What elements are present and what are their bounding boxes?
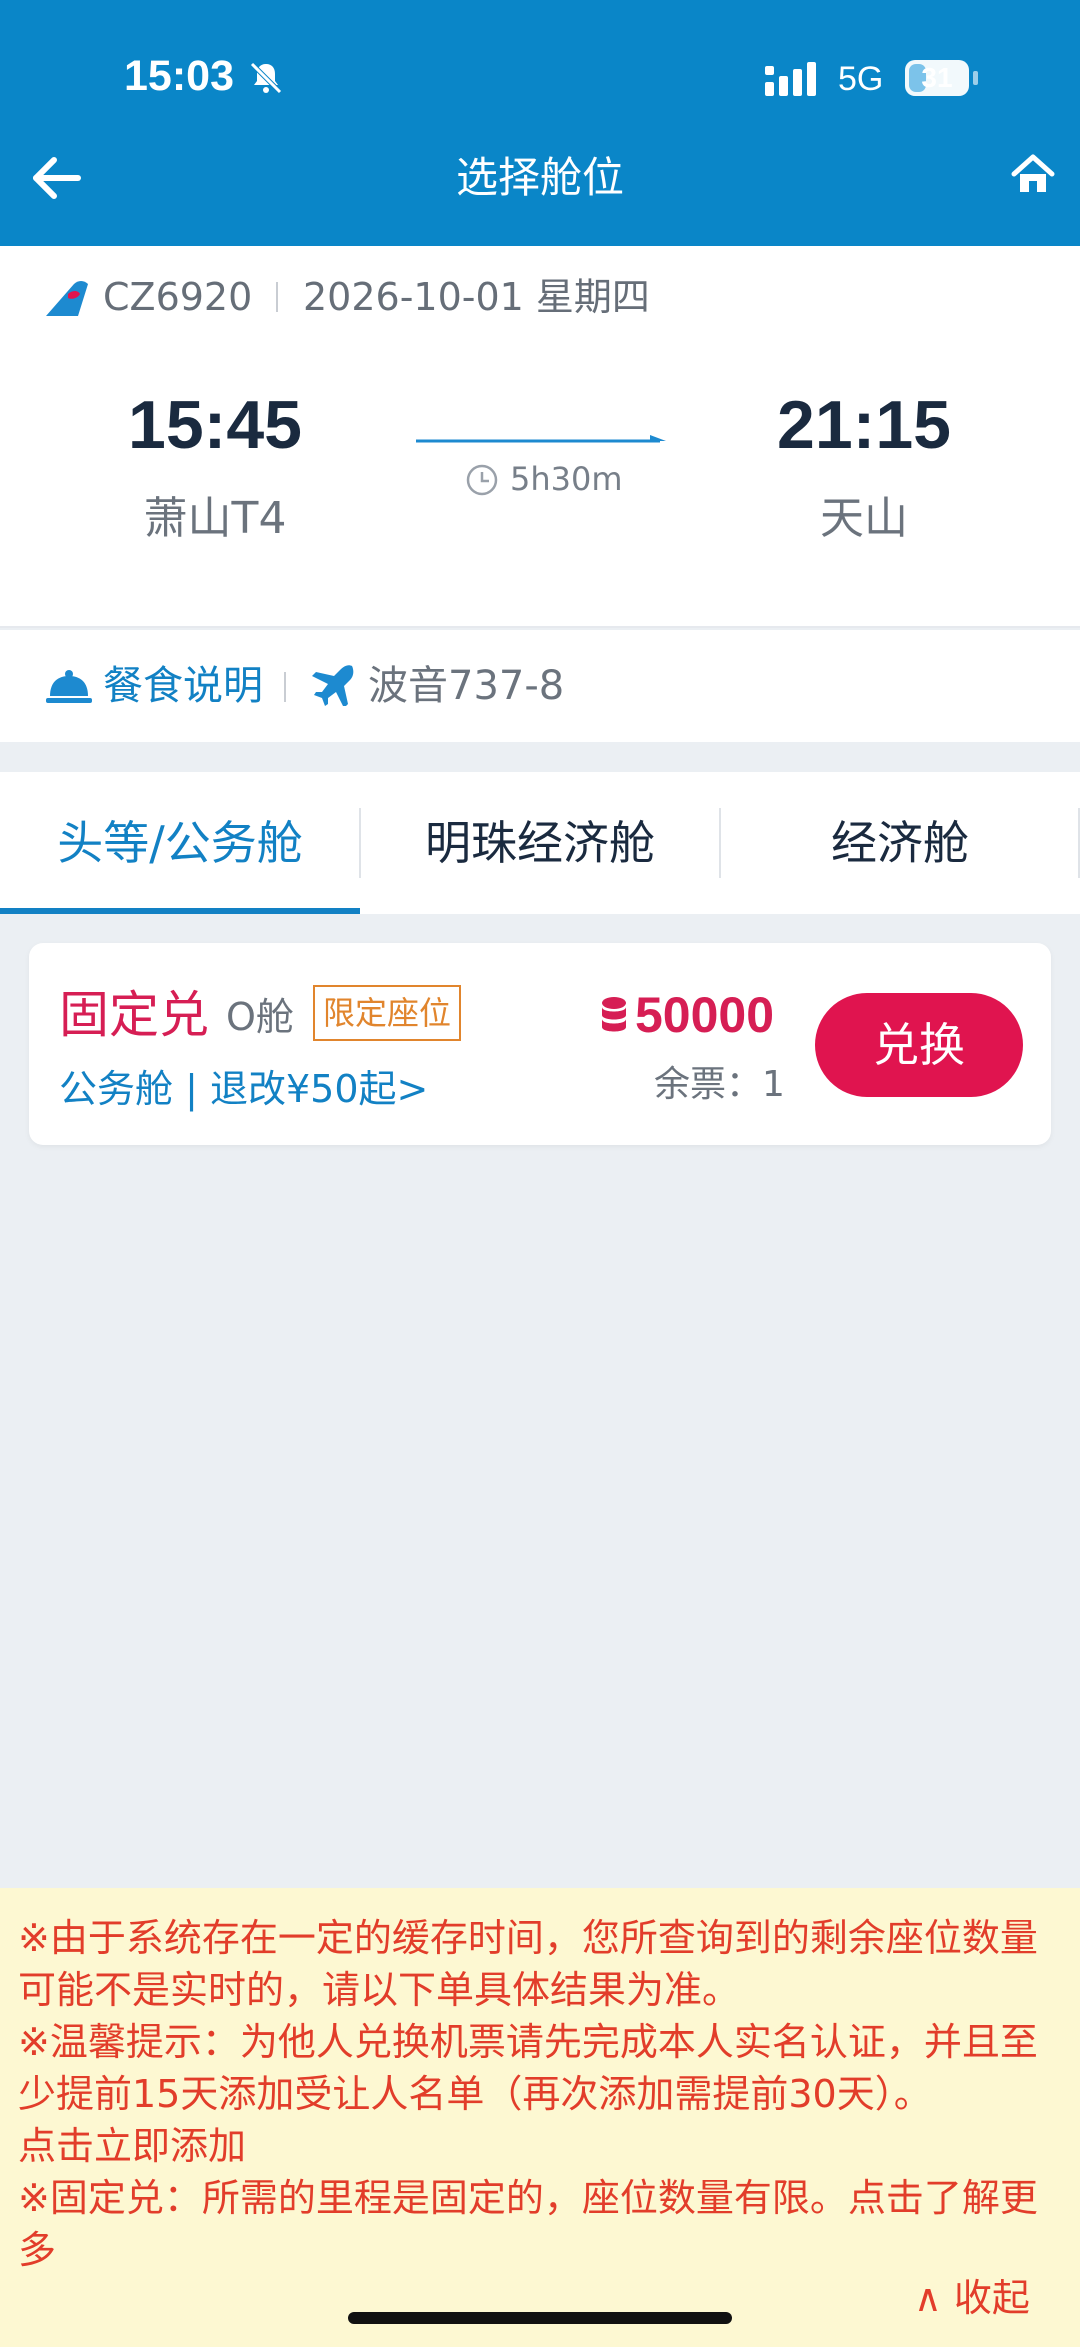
cabin-tabs: 头等/公务舱 明珠经济舱 经济舱	[0, 772, 1080, 914]
meal-info-link[interactable]: 餐食说明	[103, 656, 263, 716]
fare-card: 固定兑 O舱 限定座位 公务舱 | 退改¥50起> 50000 余票：1 兑换	[29, 943, 1051, 1145]
redeem-button[interactable]: 兑换	[815, 993, 1023, 1097]
flight-date: 2026-10-01 星期四	[303, 275, 650, 319]
cabin-code: O舱	[226, 995, 294, 1039]
airplane-icon	[312, 665, 354, 706]
collapse-button[interactable]: ∧ 收起	[914, 2272, 1030, 2324]
aircraft-type: 波音737-8	[368, 663, 565, 709]
meal-cloche-icon	[46, 670, 92, 703]
page-title: 选择舱位	[455, 153, 624, 202]
clock-icon	[466, 464, 498, 496]
app-header: 15:03 5G 31 选择舱位	[0, 0, 1080, 246]
fare-name: 固定兑	[59, 986, 209, 1044]
flight-number: CZ6920	[103, 275, 253, 319]
tab-economy[interactable]: 经济舱	[720, 772, 1080, 914]
notice-cache: ※由于系统存在一定的缓存时间，您所查询到的剩余座位数量可能不是实时的，请以下单具…	[18, 1916, 1038, 2012]
remaining-seats: 余票：1	[654, 1064, 785, 1105]
battery-icon: 31	[905, 60, 969, 96]
home-indicator	[348, 2312, 732, 2324]
add-now-link[interactable]: 点击立即添加	[0, 2120, 1080, 2172]
departure-airport: 萧山T4	[143, 493, 287, 544]
notice-tip: ※温馨提示：为他人兑换机票请先完成本人实名认证，并且至少提前15天添加受让人名单…	[18, 2020, 1038, 2116]
notice-fixed-fare[interactable]: ※固定兑：所需的里程是固定的，座位数量有限。点击了解更多	[0, 2172, 1080, 2276]
route-arrow-icon	[416, 435, 666, 443]
limited-seat-badge: 限定座位	[313, 985, 462, 1041]
active-tab-indicator	[0, 908, 360, 914]
arrival-airport: 天山	[820, 493, 908, 544]
network-label: 5G	[838, 60, 884, 98]
home-icon[interactable]	[1010, 152, 1056, 198]
status-time: 15:03	[124, 52, 234, 100]
flight-info-row: 餐食说明 波音737-8	[0, 630, 1080, 742]
miles-coin-icon	[602, 997, 626, 1032]
airline-logo-icon	[46, 281, 88, 316]
tab-pearl-economy[interactable]: 明珠经济舱	[360, 772, 720, 914]
flight-duration: 5h30m	[510, 460, 623, 498]
departure-time: 15:45	[128, 387, 302, 463]
signal-icon	[765, 62, 816, 96]
arrival-time: 21:15	[777, 387, 951, 463]
miles-price: 50000	[635, 987, 775, 1043]
bell-muted-icon	[250, 62, 282, 94]
tab-first-business[interactable]: 头等/公务舱	[0, 772, 360, 914]
notice-panel: ※由于系统存在一定的缓存时间，您所查询到的剩余座位数量可能不是实时的，请以下单具…	[0, 1888, 1080, 2347]
flight-summary: CZ6920 2026-10-01 星期四 15:45 萧山T4 5h30m 2…	[0, 246, 1080, 628]
fare-rule-link[interactable]: 公务舱 | 退改¥50起>	[59, 1061, 428, 1117]
